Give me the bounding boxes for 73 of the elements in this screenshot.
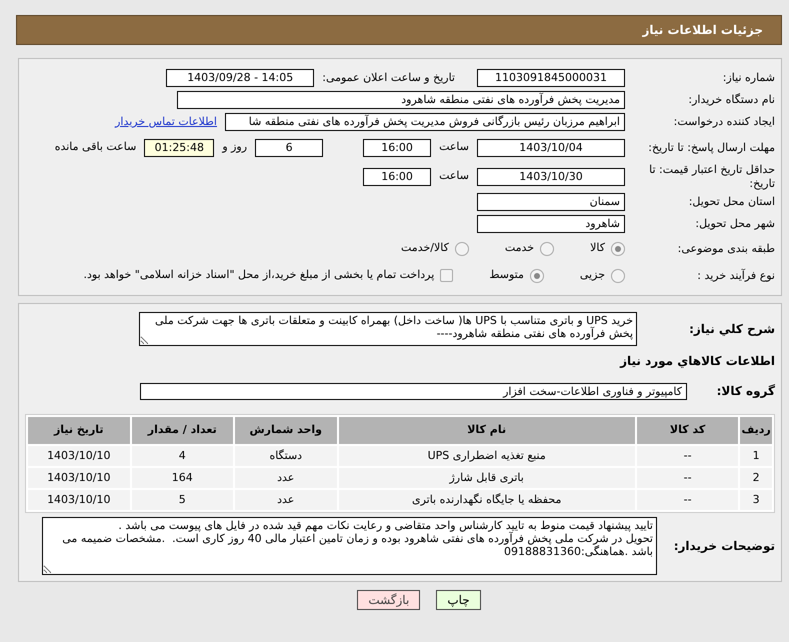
column-header: واحد شمارش [235, 417, 336, 444]
table-cell: عدد [235, 468, 336, 488]
column-header: تعداد / مقدار [132, 417, 234, 444]
table-cell: -- [636, 490, 738, 510]
table-cell: محفظه یا جایگاه نگهدارنده باتری [338, 490, 635, 510]
field-label: ساعت باقی مانده [54, 139, 136, 156]
table-cell: 5 [132, 490, 234, 510]
print-button[interactable]: چاپ [436, 590, 481, 610]
buyer-org-field: مدیریت پخش فرآورده های نفتی منطقه شاهرود [177, 91, 625, 109]
field-label: مهلت ارسال پاسخ: تا تاریخ: [647, 140, 775, 154]
radio-button[interactable] [454, 242, 469, 256]
radio-label: کالا/خدمت [401, 240, 449, 256]
radio-label: متوسط [489, 267, 524, 284]
checkbox-label: پرداخت تمام یا بخشی از مبلغ خرید،از محل "اسناد خزانه اسلامی" خواهد بود. [84, 267, 434, 284]
column-header: نام کالا [338, 417, 635, 444]
checkbox[interactable] [440, 269, 454, 282]
table-cell: 164 [132, 468, 234, 488]
column-header: کد کالا [636, 417, 738, 444]
table-cell: منبع تغذیه اضطراری UPS [338, 446, 635, 466]
table-cell: 1403/10/10 [28, 446, 130, 466]
validity-time-field: 16:00 [363, 168, 432, 186]
radio-label: جزیی [580, 267, 605, 284]
field-label: شماره نیاز: [722, 71, 775, 85]
field-label: حداقل تاریخ اعتبار قیمت: تا تاریخ: [648, 162, 775, 190]
deadline-time-field: 16:00 [363, 138, 432, 156]
notes-field[interactable]: تایید پیشنهاد قیمت منوط به تایید کارشناس واحد متقاضی و رعایت نکات مهم قید شده در فایل های پیوست می باشد . تحویل در شرکت ملی پخش فرآورده های نفتی شاهرود بوده و زمان تامین اعتبار مالی 40 روز کاری است. .مشخصات ضمیمه می باشد .هماهنگی:09188831360 [42, 517, 657, 575]
page-title: جزئیات اطلاعات نیاز [642, 22, 763, 39]
radio-label: خدمت [504, 240, 534, 256]
table-cell: -- [636, 468, 738, 488]
table-cell: 1403/10/10 [28, 468, 130, 488]
requester-field: ابراهیم مرزبان رئیس بازرگانی فروش مدیریت پخش فرآورده های نفتی منطقه شا [225, 113, 625, 131]
table-cell: 4 [132, 446, 234, 466]
column-header: ردیف [740, 417, 772, 444]
table-cell: 2 [740, 468, 772, 488]
province-field: سمنان [477, 193, 625, 211]
table-cell: 1 [740, 446, 772, 466]
field-label: روز و [222, 139, 248, 156]
section-heading: اطلاعات کالاهاي مورد نياز [620, 353, 775, 370]
description-field[interactable]: خرید UPS و باتری متناسب با UPS ها( ساخت داخل) بهمراه کابینت و متعلقات باتری ها جهت شرکت ملی پخش فرآورده های نفتی منطقه شاهرود---- [139, 312, 637, 346]
field-label: تاریخ و ساعت اعلان عمومی: [322, 70, 455, 86]
radio-label: کالا [590, 240, 605, 256]
field-label: ساعت [439, 168, 469, 184]
deadline-date-field: 1403/10/04 [477, 138, 625, 156]
radio-button[interactable] [530, 268, 544, 282]
field-label: شرح کلي نياز: [688, 322, 775, 336]
field-label: ساعت [439, 139, 469, 156]
radio-button[interactable] [540, 242, 554, 256]
field-label: نوع فرآیند خرید : [696, 268, 775, 282]
field-label: طبقه بندی موضوعی: [676, 242, 775, 256]
contact-link[interactable]: اطلاعات تماس خریدار [115, 114, 217, 130]
field-label: ایجاد کننده درخواست: [672, 115, 775, 129]
field-label: شهر محل تحویل: [694, 217, 775, 231]
remaining-time-field: 01:25:48 [144, 138, 214, 156]
city-field: شاهرود [477, 215, 625, 233]
radio-button[interactable] [611, 242, 625, 256]
field-label: گروه کالا: [716, 384, 775, 398]
field-label: استان محل تحویل: [688, 195, 775, 209]
table-cell: عدد [235, 490, 336, 510]
back-button[interactable]: بازگشت [357, 590, 420, 610]
need-number-field: 1103091845000031 [477, 69, 625, 87]
table-cell: 1403/10/10 [28, 490, 130, 510]
table-cell: دستگاه [235, 446, 336, 466]
field-label: نام دستگاه خریدار: [687, 93, 775, 107]
table-cell: -- [636, 446, 738, 466]
column-header: تاریخ نیاز [28, 417, 130, 444]
radio-button[interactable] [611, 268, 625, 282]
announce-date-field: 1403/09/28 - 14:05 [166, 69, 314, 87]
table-cell: باتری قابل شارژ [338, 468, 635, 488]
field-label: توضیحات خریدار: [672, 538, 775, 554]
validity-date-field: 1403/10/30 [477, 168, 625, 186]
goods-group-field: کامپیوتر و فناوری اطلاعات-سخت افزار [140, 382, 687, 400]
table-cell: 3 [740, 490, 772, 510]
days-field: 6 [255, 138, 324, 156]
